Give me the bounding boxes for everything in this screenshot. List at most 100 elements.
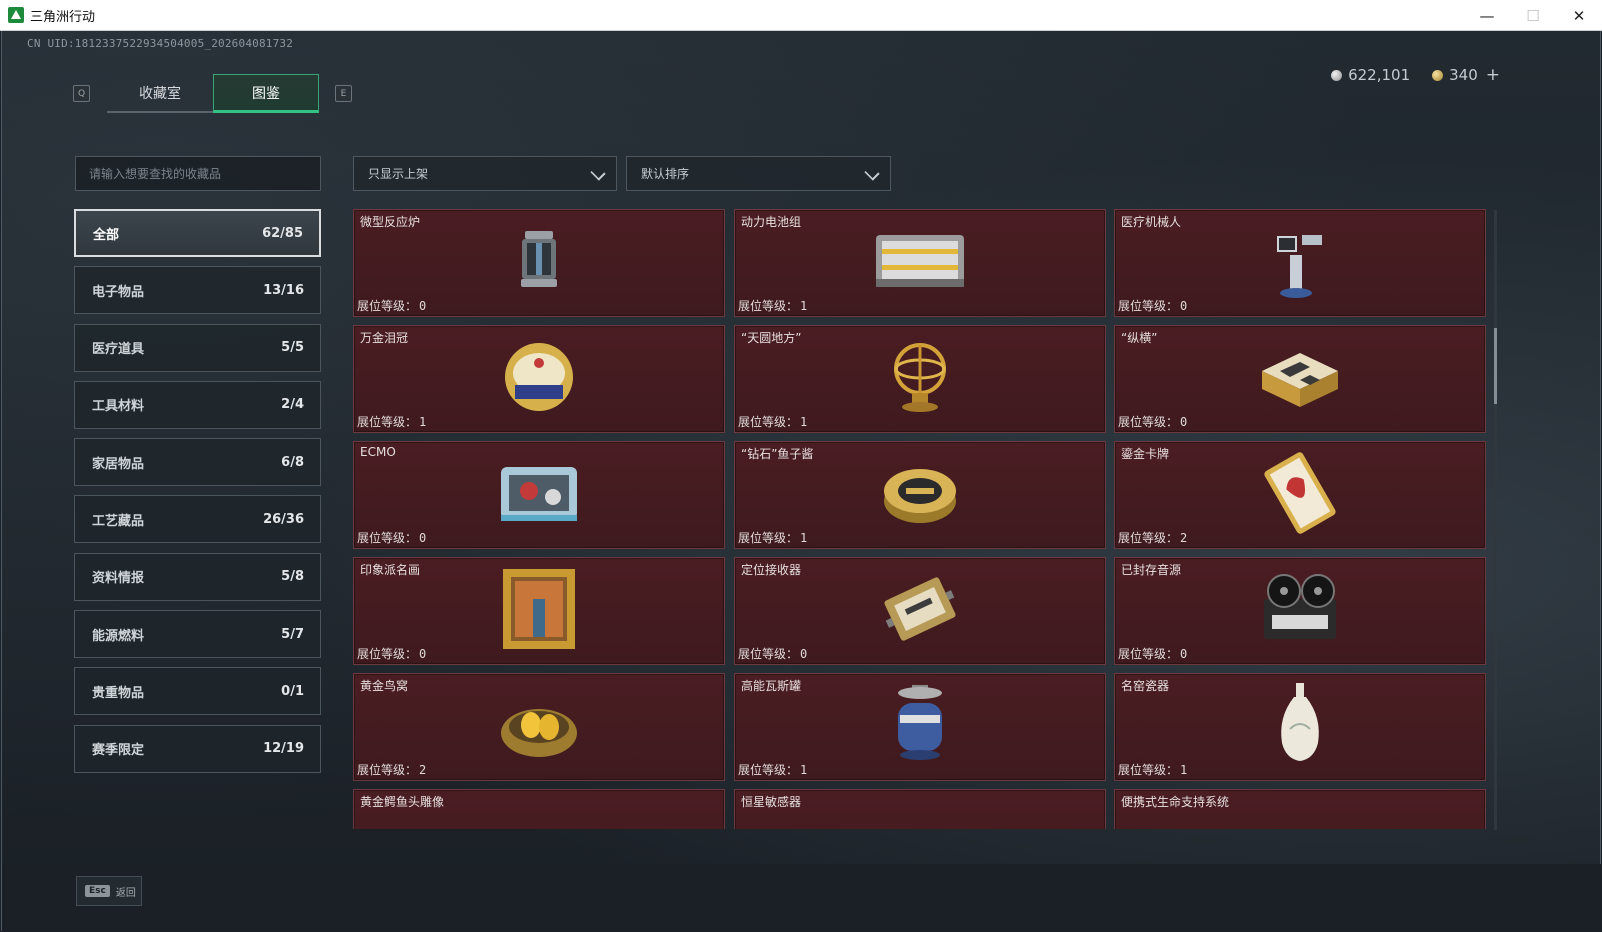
display-level-value: 1 [1180,763,1188,777]
reel-recorder-icon [1252,561,1348,661]
card-item-name: 黄金鳄鱼头雕像 [360,795,445,809]
collection-card[interactable]: 名窑瓷器 展位等级： 1 [1114,673,1486,781]
category-label: 能源燃料 [92,628,145,644]
display-level-label: 展位等级： [738,763,799,777]
battery-pack-icon [872,213,968,313]
display-level-value: 0 [1180,415,1188,429]
collection-card[interactable]: 医疗机械人 展位等级： 0 [1114,209,1486,317]
card-display-level: 展位等级： 1 [738,413,807,430]
category-season[interactable]: 赛季限定 12/19 [74,724,321,773]
collection-card[interactable]: “钻石”鱼子酱 展位等级： 1 [734,441,1106,549]
collection-card[interactable]: 黄金鸟窝 展位等级： 2 [353,673,725,781]
display-level-value: 1 [800,415,808,429]
medical-robot-icon [1252,213,1348,313]
reactor-icon [491,213,587,313]
collection-card[interactable]: 万金泪冠 展位等级： 1 [353,325,725,433]
display-level-value: 1 [800,299,808,313]
display-level-label: 展位等级： [1118,763,1179,777]
display-level-value: 0 [419,647,427,661]
card-item-name: 动力电池组 [741,215,802,229]
category-count: 5/8 [281,569,304,585]
card-display-level: 展位等级： 0 [738,645,807,662]
card-display-level: 展位等级： 0 [1118,297,1187,314]
window-title: 三角洲行动 [30,9,96,25]
category-electronics[interactable]: 电子物品 13/16 [74,266,321,315]
category-count: 6/8 [281,454,304,470]
gilded-card-icon [1252,445,1348,545]
card-display-level: 展位等级： 0 [1118,413,1187,430]
category-crafts[interactable]: 工艺藏品 26/36 [74,495,321,544]
gold-currency: 340 + [1432,65,1500,85]
collection-card[interactable]: “天圆地方” 展位等级： 1 [734,325,1106,433]
collection-card[interactable]: 鎏金卡牌 展位等级： 2 [1114,441,1486,549]
grid-scrollbar[interactable] [1494,210,1497,830]
collection-card[interactable]: 高能瓦斯罐 展位等级： 1 [734,673,1106,781]
collection-card[interactable]: 黄金鳄鱼头雕像 [353,789,725,829]
scrollbar-thumb[interactable] [1494,328,1497,404]
player-uid: CN UID:1812337522934504005_202604081732 [27,37,294,50]
collection-card[interactable]: 已封存音源 展位等级： 0 [1114,557,1486,665]
category-label: 工具材料 [92,399,145,415]
category-intel[interactable]: 资料情报 5/8 [74,552,321,601]
currency-bar: 622,101 340 + [1331,65,1500,85]
display-level-label: 展位等级： [738,531,799,545]
collection-card[interactable]: 微型反应炉 展位等级： 0 [353,209,725,317]
display-level-label: 展位等级： [738,647,799,661]
sort-dropdown[interactable]: 默认排序 [626,156,891,191]
collection-card[interactable]: 定位接收器 展位等级： 0 [734,557,1106,665]
display-level-label: 展位等级： [738,415,799,429]
category-count: 13/16 [263,282,304,298]
gps-receiver-icon [872,561,968,661]
tab-collection-room[interactable]: 收藏室 [107,74,213,113]
search-input[interactable] [75,156,321,191]
collection-card[interactable]: 便携式生命支持系统 [1114,789,1486,829]
close-button[interactable]: ✕ [1556,0,1602,31]
card-item-name: “纵横” [1121,331,1158,345]
category-count: 62/85 [262,225,303,241]
silver-amount: 622,101 [1348,66,1411,84]
gold-coin-icon [1432,69,1444,81]
golden-nest-icon [491,677,587,777]
add-currency-button[interactable]: + [1486,65,1500,85]
chevron-down-icon [864,165,880,181]
category-household[interactable]: 家居物品 6/8 [74,438,321,487]
listed-only-dropdown[interactable]: 只显示上架 [353,156,617,191]
collection-card[interactable]: “纵横” 展位等级： 0 [1114,325,1486,433]
maximize-button[interactable]: ☐ [1510,0,1556,31]
gold-amount: 340 [1449,66,1478,84]
card-item-name: “天圆地方” [741,331,802,345]
listed-only-value: 只显示上架 [368,167,429,181]
collection-card[interactable]: 动力电池组 展位等级： 1 [734,209,1106,317]
jeweled-egg-icon [491,329,587,429]
esc-key-hint: Esc [85,885,110,897]
category-tools[interactable]: 工具材料 2/4 [74,380,321,429]
minimize-button[interactable]: — [1464,0,1510,31]
collection-card[interactable]: ECMO 展位等级： 0 [353,441,725,549]
chevron-down-icon [590,165,606,181]
life-support-icon [1252,793,1348,829]
category-list: 全部 62/85 电子物品 13/16 医疗道具 5/5 工具材料 2/4 家居物品 6/… [74,209,321,782]
collection-card[interactable]: 恒星敏感器 [734,789,1106,829]
category-energy[interactable]: 能源燃料 5/7 [74,610,321,659]
tab-codex[interactable]: 图鉴 [213,74,319,113]
key-hint-e: E [335,85,352,102]
display-level-label: 展位等级： [1118,647,1179,661]
sort-value: 默认排序 [641,167,690,181]
display-level-label: 展位等级： [1118,415,1179,429]
card-item-name: 鎏金卡牌 [1121,447,1170,461]
category-valuables[interactable]: 贵重物品 0/1 [74,667,321,716]
category-all[interactable]: 全部 62/85 [74,209,321,257]
key-hint-q: Q [73,85,90,102]
category-medical[interactable]: 医疗道具 5/5 [74,323,321,372]
back-button[interactable]: Esc 返回 [76,876,142,906]
display-level-label: 展位等级： [357,647,418,661]
tab-bar: 收藏室 图鉴 [107,74,319,113]
category-label: 赛季限定 [92,743,145,759]
back-label: 返回 [115,887,136,899]
display-level-value: 0 [419,299,427,313]
category-label: 贵重物品 [92,685,145,701]
category-label: 医疗道具 [92,342,145,358]
collection-card[interactable]: 印象派名画 展位等级： 0 [353,557,725,665]
card-display-level: 展位等级： 0 [357,645,426,662]
category-label: 资料情报 [92,571,145,587]
